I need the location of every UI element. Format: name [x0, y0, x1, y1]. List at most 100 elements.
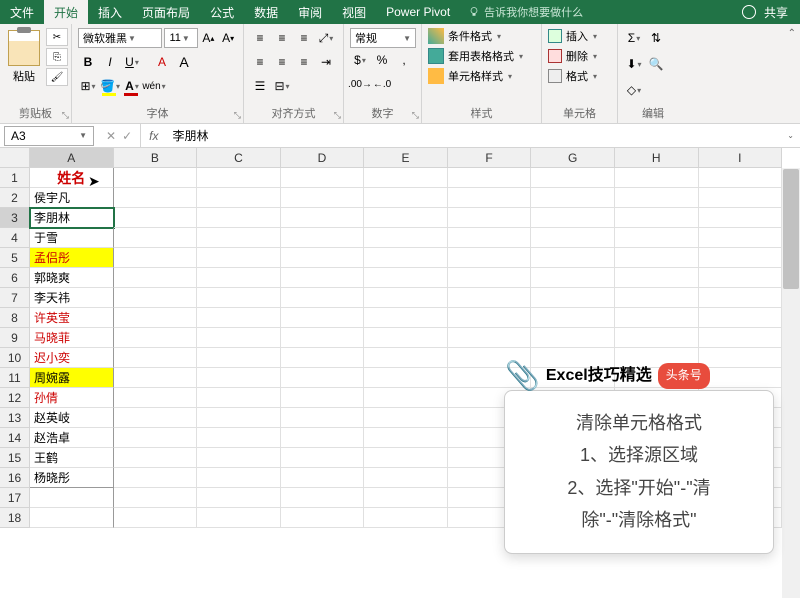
- format-painter-button[interactable]: 🖌: [46, 68, 68, 86]
- cell-D15[interactable]: [281, 448, 365, 468]
- cell-H3[interactable]: [615, 208, 699, 228]
- row-header-18[interactable]: 18: [0, 508, 30, 528]
- cell-A6[interactable]: 郭晓爽: [30, 268, 114, 288]
- cell-H5[interactable]: [615, 248, 699, 268]
- col-header-E[interactable]: E: [364, 148, 448, 168]
- row-header-9[interactable]: 9: [0, 328, 30, 348]
- cell-B10[interactable]: [114, 348, 198, 368]
- cell-E3[interactable]: [364, 208, 448, 228]
- insert-button[interactable]: 插入▾: [548, 28, 611, 44]
- row-header-7[interactable]: 7: [0, 288, 30, 308]
- font-size-select[interactable]: 11▼: [164, 28, 197, 48]
- col-header-D[interactable]: D: [281, 148, 365, 168]
- cell-style-button[interactable]: 单元格样式▾: [428, 68, 535, 84]
- cell-D4[interactable]: [281, 228, 365, 248]
- row-header-2[interactable]: 2: [0, 188, 30, 208]
- col-header-H[interactable]: H: [615, 148, 699, 168]
- italic-button[interactable]: I: [100, 52, 120, 72]
- cell-B2[interactable]: [114, 188, 198, 208]
- comma-button[interactable]: ,: [394, 50, 414, 70]
- cell-A1[interactable]: 姓名: [30, 168, 114, 188]
- cell-D10[interactable]: [281, 348, 365, 368]
- cell-C13[interactable]: [197, 408, 281, 428]
- tab-开始[interactable]: 开始: [44, 0, 88, 24]
- cell-I6[interactable]: [699, 268, 783, 288]
- cell-F2[interactable]: [448, 188, 532, 208]
- row-header-1[interactable]: 1: [0, 168, 30, 188]
- cell-E2[interactable]: [364, 188, 448, 208]
- fx-icon[interactable]: fx: [141, 129, 166, 143]
- tab-页面布局[interactable]: 页面布局: [132, 0, 200, 24]
- cell-B4[interactable]: [114, 228, 198, 248]
- accept-formula-button[interactable]: ✓: [122, 129, 132, 143]
- decrease-decimal-button[interactable]: ←.0: [372, 74, 392, 94]
- cell-F8[interactable]: [448, 308, 532, 328]
- paste-button[interactable]: 粘贴: [6, 28, 42, 103]
- row-header-17[interactable]: 17: [0, 488, 30, 508]
- cell-C11[interactable]: [197, 368, 281, 388]
- col-header-A[interactable]: A: [30, 148, 114, 168]
- align-right-button[interactable]: ≡: [294, 52, 314, 72]
- indent-button[interactable]: ⇥: [316, 52, 336, 72]
- cell-C12[interactable]: [197, 388, 281, 408]
- cell-F9[interactable]: [448, 328, 532, 348]
- cell-A18[interactable]: [30, 508, 114, 528]
- cell-D7[interactable]: [281, 288, 365, 308]
- cell-F5[interactable]: [448, 248, 532, 268]
- cell-D12[interactable]: [281, 388, 365, 408]
- cell-D2[interactable]: [281, 188, 365, 208]
- increase-decimal-button[interactable]: .00→: [350, 74, 370, 94]
- row-header-6[interactable]: 6: [0, 268, 30, 288]
- tab-Power Pivot[interactable]: Power Pivot: [376, 0, 460, 24]
- cell-B18[interactable]: [114, 508, 198, 528]
- vertical-scrollbar[interactable]: [782, 168, 800, 598]
- cell-E11[interactable]: [364, 368, 448, 388]
- cell-B15[interactable]: [114, 448, 198, 468]
- cell-A15[interactable]: 王鹤: [30, 448, 114, 468]
- cell-C6[interactable]: [197, 268, 281, 288]
- cell-A5[interactable]: 孟侣彤: [30, 248, 114, 268]
- cell-B17[interactable]: [114, 488, 198, 508]
- merge-button[interactable]: ⊟▾: [272, 76, 292, 96]
- cell-D1[interactable]: [281, 168, 365, 188]
- cell-F3[interactable]: [448, 208, 532, 228]
- row-header-13[interactable]: 13: [0, 408, 30, 428]
- cell-I11[interactable]: [699, 368, 783, 388]
- find-button[interactable]: 🔍: [646, 54, 666, 74]
- fill-button[interactable]: ⬇▾: [624, 54, 644, 74]
- cell-E15[interactable]: [364, 448, 448, 468]
- underline-button[interactable]: U▾: [122, 52, 142, 72]
- align-middle-button[interactable]: ≡: [272, 28, 292, 48]
- row-header-12[interactable]: 12: [0, 388, 30, 408]
- sort-filter-button[interactable]: ⇅: [646, 28, 666, 48]
- cell-E17[interactable]: [364, 488, 448, 508]
- number-format-select[interactable]: 常规▼: [350, 28, 416, 48]
- cell-A13[interactable]: 赵英岐: [30, 408, 114, 428]
- cell-B6[interactable]: [114, 268, 198, 288]
- font-color-button[interactable]: A▾: [122, 76, 142, 96]
- col-header-G[interactable]: G: [531, 148, 615, 168]
- clipboard-launcher[interactable]: ⤡: [62, 110, 69, 121]
- cell-I4[interactable]: [699, 228, 783, 248]
- row-header-8[interactable]: 8: [0, 308, 30, 328]
- cell-I5[interactable]: [699, 248, 783, 268]
- col-header-B[interactable]: B: [114, 148, 198, 168]
- cell-B16[interactable]: [114, 468, 198, 488]
- cell-A16[interactable]: 杨晓彤: [30, 468, 114, 488]
- cell-A14[interactable]: 赵浩卓: [30, 428, 114, 448]
- format-cells-button[interactable]: 格式▾: [548, 68, 611, 84]
- cell-G3[interactable]: [531, 208, 615, 228]
- row-header-10[interactable]: 10: [0, 348, 30, 368]
- col-header-F[interactable]: F: [448, 148, 532, 168]
- cell-H1[interactable]: [615, 168, 699, 188]
- cell-E14[interactable]: [364, 428, 448, 448]
- cell-A9[interactable]: 马晓菲: [30, 328, 114, 348]
- cell-C8[interactable]: [197, 308, 281, 328]
- cell-B3[interactable]: [114, 208, 198, 228]
- cell-B7[interactable]: [114, 288, 198, 308]
- cell-B5[interactable]: [114, 248, 198, 268]
- collapse-ribbon-button[interactable]: ⌃: [788, 28, 796, 39]
- tab-公式[interactable]: 公式: [200, 0, 244, 24]
- phonetic-button[interactable]: wén▾: [144, 76, 164, 96]
- font-color-a-button[interactable]: A: [152, 52, 172, 72]
